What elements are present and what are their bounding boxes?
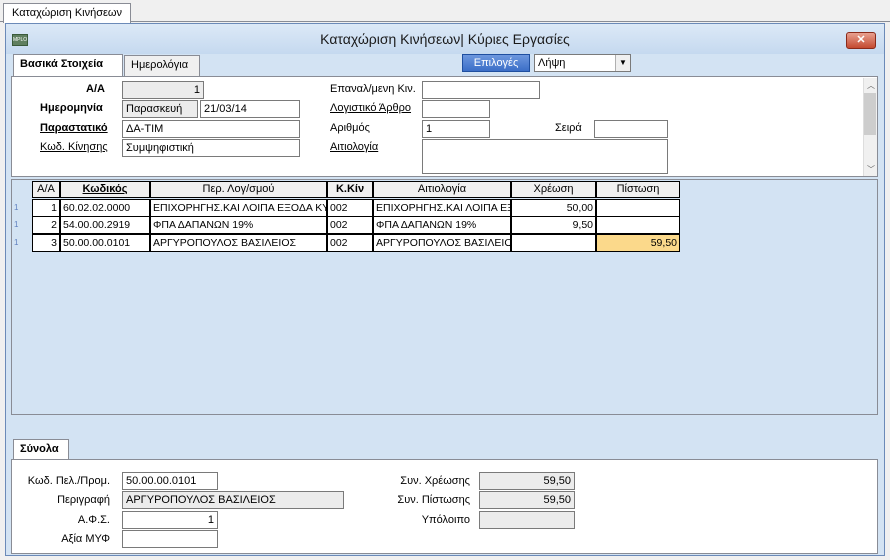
chevron-down-icon[interactable]: ▼	[615, 55, 630, 71]
total-credit-label: Συν. Πίστωσης	[397, 494, 470, 506]
table-cell-debit[interactable]: 9,50	[511, 216, 596, 234]
balance-label: Υπόλοιπο	[421, 514, 470, 526]
table-cell-credit[interactable]	[596, 199, 680, 217]
table-cell-code[interactable]: 60.02.02.0000	[60, 199, 150, 217]
total-debit-label: Συν. Χρέωσης	[400, 475, 470, 487]
table-cell-code[interactable]: 54.00.00.2919	[60, 216, 150, 234]
col-header-movement-code[interactable]: Κ.Κίν	[327, 181, 373, 198]
afm-field[interactable]: 1	[122, 511, 218, 529]
aa-field[interactable]: 1	[122, 81, 204, 99]
series-field[interactable]	[594, 120, 668, 138]
table-cell-code[interactable]: 50.00.00.0101	[60, 234, 150, 252]
aa-label: Α/Α	[86, 83, 105, 95]
col-header-account-desc[interactable]: Περ. Λογ/σμού	[150, 181, 327, 198]
tab-totals[interactable]: Σύνολα	[13, 439, 69, 461]
chevron-down-icon[interactable]: ﹀	[864, 164, 878, 175]
myf-label: Αξία ΜΥΦ	[61, 533, 110, 545]
col-header-credit[interactable]: Πίστωση	[596, 181, 680, 198]
date-field[interactable]: 21/03/14	[200, 100, 300, 118]
tab-basic-info[interactable]: Βασικά Στοιχεία	[13, 54, 123, 76]
repeat-label: Επαναλ/μενη Κιν.	[330, 83, 416, 95]
table-cell-reason[interactable]: ΑΡΓΥΡΟΠΟΥΛΟΣ ΒΑΣΙΛΕΙΟΣ	[373, 234, 511, 252]
customer-code-label: Κωδ. Πελ./Προμ.	[27, 475, 110, 487]
table-cell-credit[interactable]	[596, 216, 680, 234]
col-header-code[interactable]: Κωδικός	[60, 181, 150, 198]
customer-code-field[interactable]: 50.00.00.0101	[122, 472, 218, 490]
number-field[interactable]: 1	[422, 120, 490, 138]
table-cell-aa[interactable]: 3	[32, 234, 60, 252]
description-field: ΑΡΓΥΡΟΠΟΥΛΟΣ ΒΑΣΙΛΕΙΟΣ	[122, 491, 344, 509]
mode-select[interactable]: Λήψη ▼	[534, 54, 631, 72]
table-cell-credit-active[interactable]: 59,50	[596, 234, 680, 252]
table-cell-movement-code[interactable]: 002	[327, 199, 373, 217]
reason-label[interactable]: Αιτιολογία	[330, 141, 378, 153]
row-indicator: 1	[14, 220, 19, 229]
chevron-up-icon[interactable]: ︿	[864, 80, 878, 91]
table-cell-debit[interactable]: 50,00	[511, 199, 596, 217]
col-header-debit[interactable]: Χρέωση	[511, 181, 596, 198]
tab-journals[interactable]: Ημερολόγια	[124, 55, 200, 76]
table-cell-account-desc[interactable]: ΕΠΙΧΟΡΗΓΗΣ.ΚΑΙ ΛΟΙΠΑ ΕΞΟΔΑ ΚΥΛΙΚ	[150, 199, 327, 217]
document-field[interactable]: ΔΑ-ΤΙΜ	[122, 120, 300, 138]
date-label: Ημερομηνία	[40, 102, 103, 114]
form-scrollbar-thumb[interactable]	[864, 93, 876, 135]
day-field: Παρασκευή	[122, 100, 198, 118]
col-header-aa[interactable]: Α/Α	[32, 181, 60, 198]
title-bar: MPLO Καταχώριση Κινήσεων| Κύριες Εργασίε…	[6, 24, 884, 54]
options-button[interactable]: Επιλογές	[462, 54, 530, 72]
table-cell-account-desc[interactable]: ΦΠΑ ΔΑΠΑΝΩΝ 19%	[150, 216, 327, 234]
row-indicator: 1	[14, 238, 19, 247]
document-label[interactable]: Παραστατικό	[40, 122, 108, 134]
total-credit-field: 59,50	[479, 491, 575, 509]
series-label: Σειρά	[555, 122, 582, 134]
afm-label: Α.Φ.Σ.	[77, 514, 110, 526]
table-cell-movement-code[interactable]: 002	[327, 234, 373, 252]
mode-select-value: Λήψη	[538, 57, 566, 69]
movement-code-label[interactable]: Κωδ. Κίνησης	[40, 141, 108, 153]
table-cell-aa[interactable]: 1	[32, 199, 60, 217]
outer-tab-movements[interactable]: Καταχώριση Κινήσεων	[3, 3, 132, 23]
accounting-article-label[interactable]: Λογιστικό Άρθρο	[330, 102, 411, 114]
balance-field	[479, 511, 575, 529]
total-debit-field: 59,50	[479, 472, 575, 490]
number-label: Αριθμός	[330, 122, 370, 134]
table-cell-reason[interactable]: ΕΠΙΧΟΡΗΓΗΣ.ΚΑΙ ΛΟΙΠΑ ΕΞΟΔΑ	[373, 199, 511, 217]
accounting-article-field[interactable]	[422, 100, 490, 118]
reason-field[interactable]	[422, 139, 668, 174]
repeat-field[interactable]	[422, 81, 540, 99]
outer-tabstrip	[0, 0, 890, 22]
col-header-reason[interactable]: Αιτιολογία	[373, 181, 511, 198]
row-indicator: 1	[14, 203, 19, 212]
description-label: Περιγραφή	[57, 494, 110, 506]
table-cell-movement-code[interactable]: 002	[327, 216, 373, 234]
table-cell-aa[interactable]: 2	[32, 216, 60, 234]
table-cell-debit[interactable]	[511, 234, 596, 252]
table-cell-reason[interactable]: ΦΠΑ ΔΑΠΑΝΩΝ 19%	[373, 216, 511, 234]
close-button[interactable]: ✕	[846, 32, 876, 49]
table-cell-account-desc[interactable]: ΑΡΓΥΡΟΠΟΥΛΟΣ ΒΑΣΙΛΕΙΟΣ	[150, 234, 327, 252]
myf-field[interactable]	[122, 530, 218, 548]
movement-code-field[interactable]: Συμψηφιστική	[122, 139, 300, 157]
window-title: Καταχώριση Κινήσεων| Κύριες Εργασίες	[320, 31, 570, 47]
